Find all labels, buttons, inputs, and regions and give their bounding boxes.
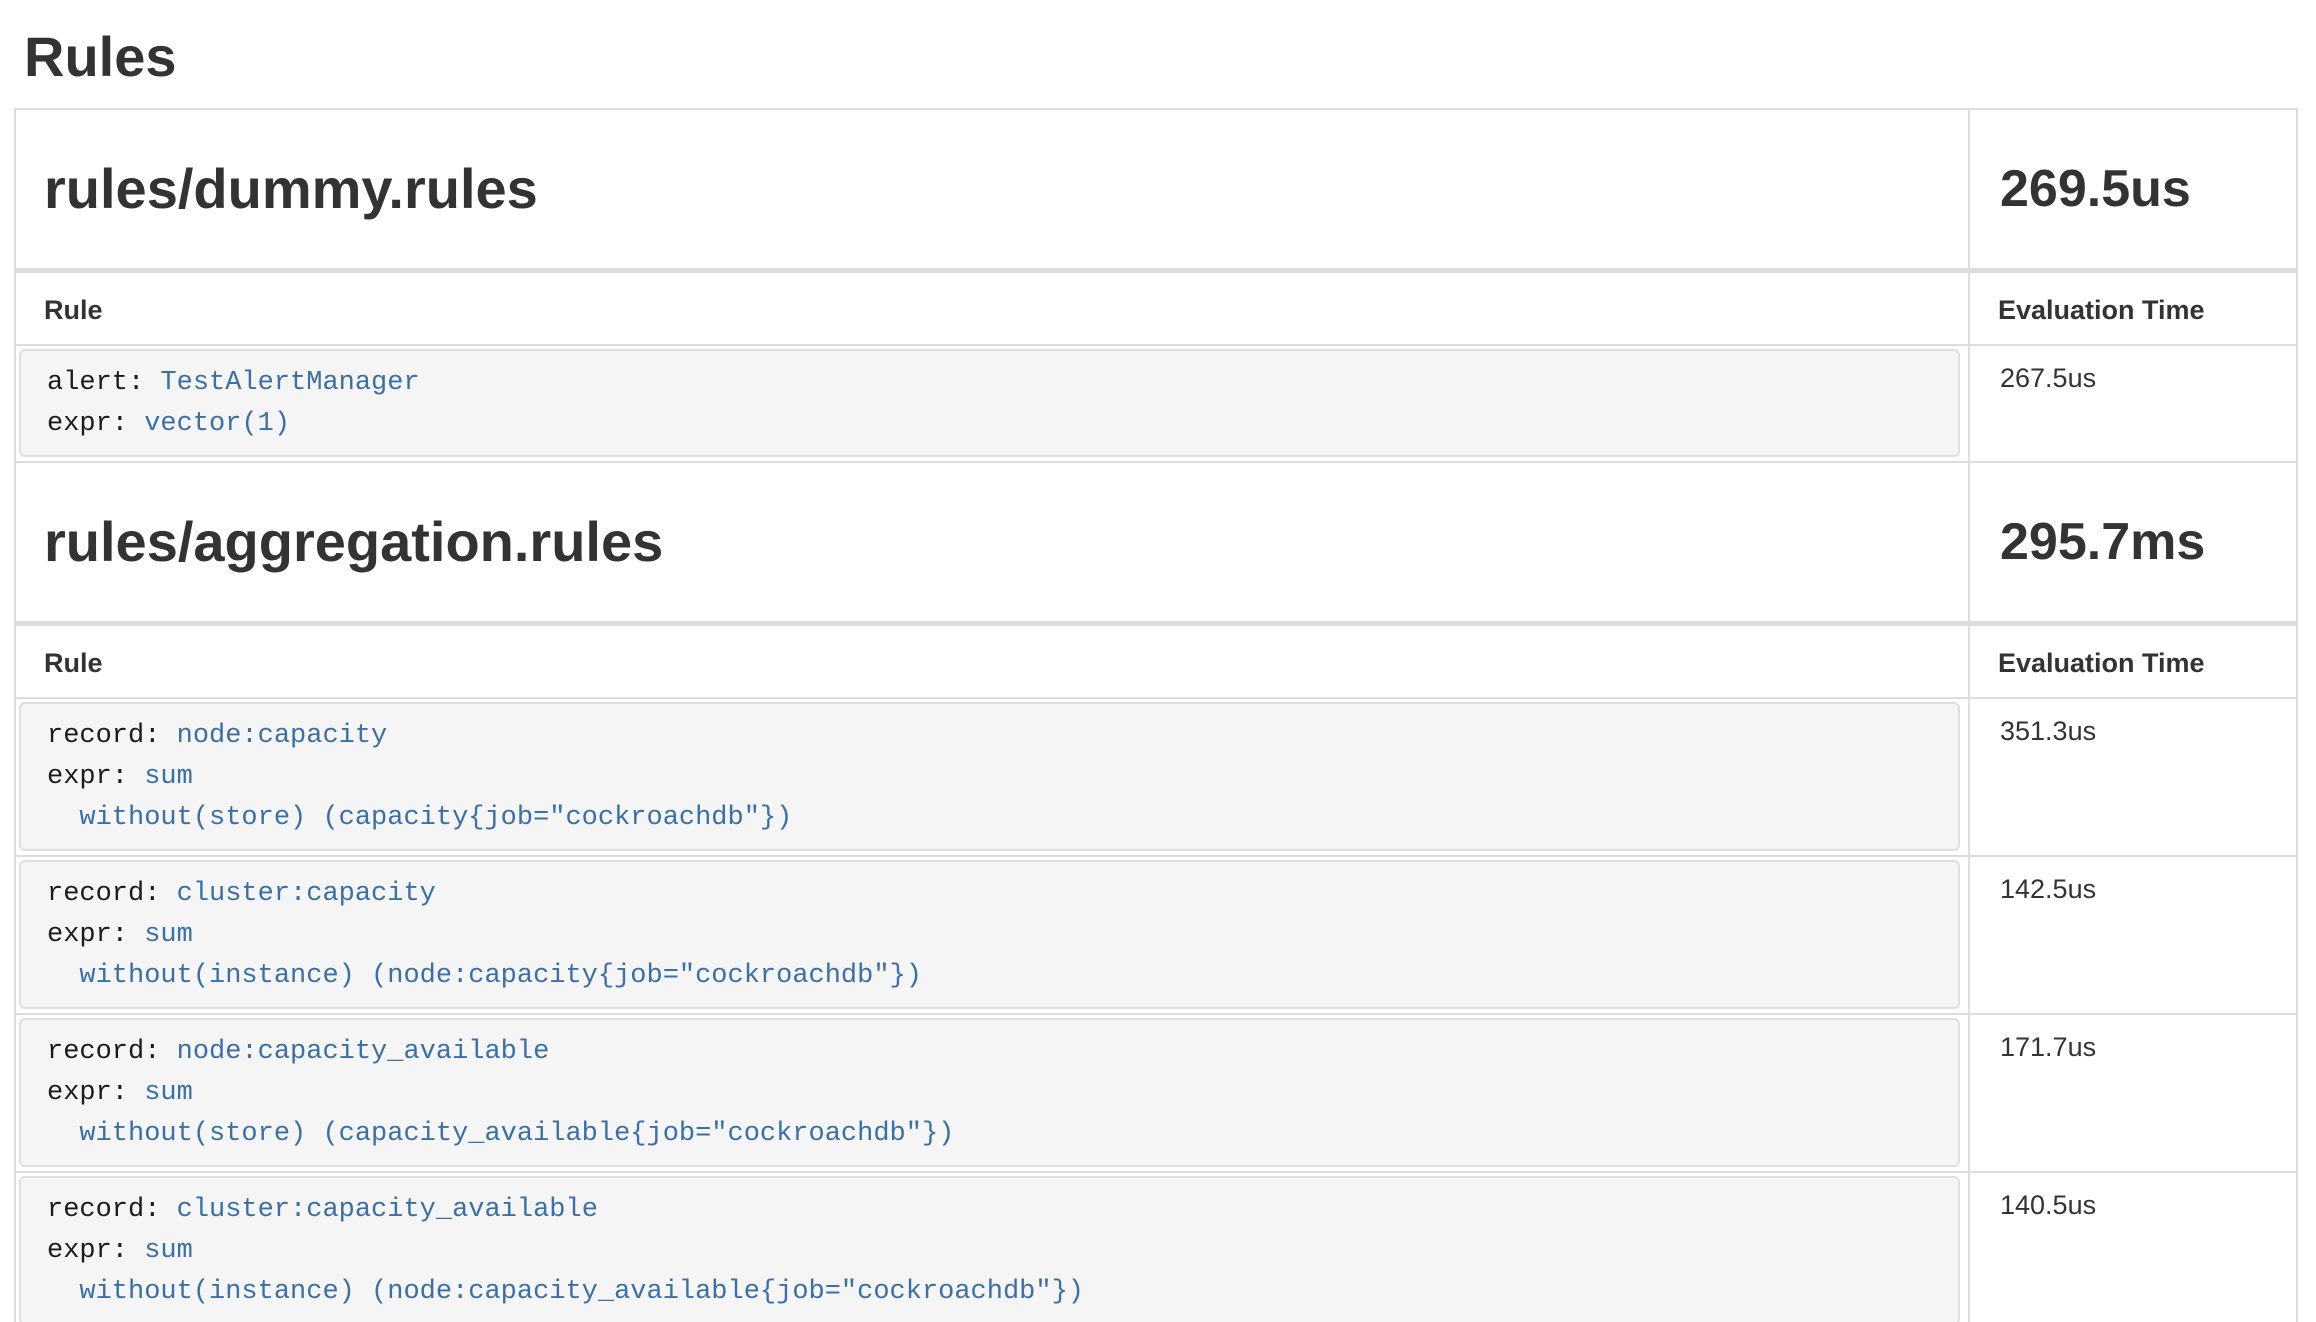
- group-header-row: rules/dummy.rules 269.5us: [15, 109, 2297, 271]
- rule-expression-link[interactable]: node:capacity_available: [160, 1037, 549, 1067]
- rule-code: alert: TestAlertManagerexpr: vector(1): [19, 349, 1960, 457]
- rule-keyword: expr:: [47, 1236, 128, 1266]
- column-header-row: Rule Evaluation Time: [15, 271, 2297, 346]
- rule-expression-link[interactable]: cluster:capacity_available: [160, 1195, 597, 1225]
- group-evaluation-time: 269.5us: [1969, 109, 2297, 271]
- rule-code: record: cluster:capacity_availableexpr: …: [19, 1176, 1960, 1322]
- rule-keyword: expr:: [47, 920, 128, 950]
- rule-keyword: expr:: [47, 762, 128, 792]
- evaluation-time-value: 267.5us: [1969, 345, 2297, 462]
- rule-code: record: cluster:capacityexpr: sum withou…: [19, 860, 1960, 1009]
- rule-keyword: record:: [47, 721, 160, 751]
- rule-expression-link[interactable]: sum: [128, 920, 193, 950]
- rule-expression-link[interactable]: sum: [128, 1236, 193, 1266]
- group-title: rules/dummy.rules: [44, 158, 1968, 220]
- evaluation-time-column-header: Evaluation Time: [1969, 271, 2297, 346]
- rule-code-line: record: cluster:capacity_available: [47, 1190, 1938, 1231]
- rule-row: record: node:capacity_availableexpr: sum…: [15, 1014, 2297, 1172]
- rule-keyword: record:: [47, 1195, 160, 1225]
- rule-keyword: expr:: [47, 409, 128, 439]
- rule-keyword: record:: [47, 1037, 160, 1067]
- rule-code-line: record: cluster:capacity: [47, 874, 1938, 915]
- rule-keyword: record:: [47, 879, 160, 909]
- rule-keyword: expr:: [47, 1078, 128, 1108]
- rule-group: rules/dummy.rules 269.5us Rule Evaluatio…: [15, 109, 2297, 462]
- evaluation-time-value: 142.5us: [1969, 856, 2297, 1014]
- rule-row: record: cluster:capacityexpr: sum withou…: [15, 856, 2297, 1014]
- evaluation-time-value: 171.7us: [1969, 1014, 2297, 1172]
- rule-code-line: without(store) (capacity_available{job="…: [47, 1114, 1938, 1155]
- group-title: rules/aggregation.rules: [44, 511, 1968, 573]
- rule-code-line: without(instance) (node:capacity_availab…: [47, 1272, 1938, 1313]
- rule-expression-link[interactable]: without(instance) (node:capacity_availab…: [47, 1277, 1084, 1307]
- rule-expression-link[interactable]: without(store) (capacity{job="cockroachd…: [47, 803, 792, 833]
- rule-expression-link[interactable]: sum: [128, 1078, 193, 1108]
- evaluation-time-value: 351.3us: [1969, 698, 2297, 856]
- rule-code-line: expr: vector(1): [47, 404, 1938, 445]
- rule-expression-link[interactable]: node:capacity: [160, 721, 387, 751]
- column-header-row: Rule Evaluation Time: [15, 624, 2297, 699]
- rules-table: rules/dummy.rules 269.5us Rule Evaluatio…: [14, 108, 2298, 1322]
- rule-expression-link[interactable]: cluster:capacity: [160, 879, 435, 909]
- rule-keyword: alert:: [47, 368, 144, 398]
- rule-row: record: node:capacityexpr: sum without(s…: [15, 698, 2297, 856]
- rule-expression-link[interactable]: vector(1): [128, 409, 290, 439]
- rule-expression-link[interactable]: without(store) (capacity_available{job="…: [47, 1119, 954, 1149]
- page-title: Rules: [24, 26, 2316, 88]
- rule-code-line: without(store) (capacity{job="cockroachd…: [47, 798, 1938, 839]
- group-evaluation-time: 295.7ms: [1969, 462, 2297, 624]
- rule-code-line: expr: sum: [47, 1231, 1938, 1272]
- rule-code-line: expr: sum: [47, 915, 1938, 956]
- rule-group: rules/aggregation.rules 295.7ms Rule Eva…: [15, 462, 2297, 1322]
- rule-code-line: record: node:capacity: [47, 716, 1938, 757]
- rule-column-header: Rule: [15, 271, 1969, 346]
- evaluation-time-value: 140.5us: [1969, 1172, 2297, 1322]
- evaluation-time-column-header: Evaluation Time: [1969, 624, 2297, 699]
- rule-expression-link[interactable]: sum: [128, 762, 193, 792]
- rule-expression-link[interactable]: TestAlertManager: [144, 368, 419, 398]
- rule-expression-link[interactable]: without(instance) (node:capacity{job="co…: [47, 961, 922, 991]
- rule-code-line: record: node:capacity_available: [47, 1032, 1938, 1073]
- rule-code: record: node:capacityexpr: sum without(s…: [19, 702, 1960, 851]
- rule-code-line: expr: sum: [47, 1073, 1938, 1114]
- rule-code-line: without(instance) (node:capacity{job="co…: [47, 956, 1938, 997]
- group-header-row: rules/aggregation.rules 295.7ms: [15, 462, 2297, 624]
- rule-code-line: alert: TestAlertManager: [47, 363, 1938, 404]
- rule-column-header: Rule: [15, 624, 1969, 699]
- rule-code: record: node:capacity_availableexpr: sum…: [19, 1018, 1960, 1167]
- rule-code-line: expr: sum: [47, 757, 1938, 798]
- rule-row: record: cluster:capacity_availableexpr: …: [15, 1172, 2297, 1322]
- rule-row: alert: TestAlertManagerexpr: vector(1) 2…: [15, 345, 2297, 462]
